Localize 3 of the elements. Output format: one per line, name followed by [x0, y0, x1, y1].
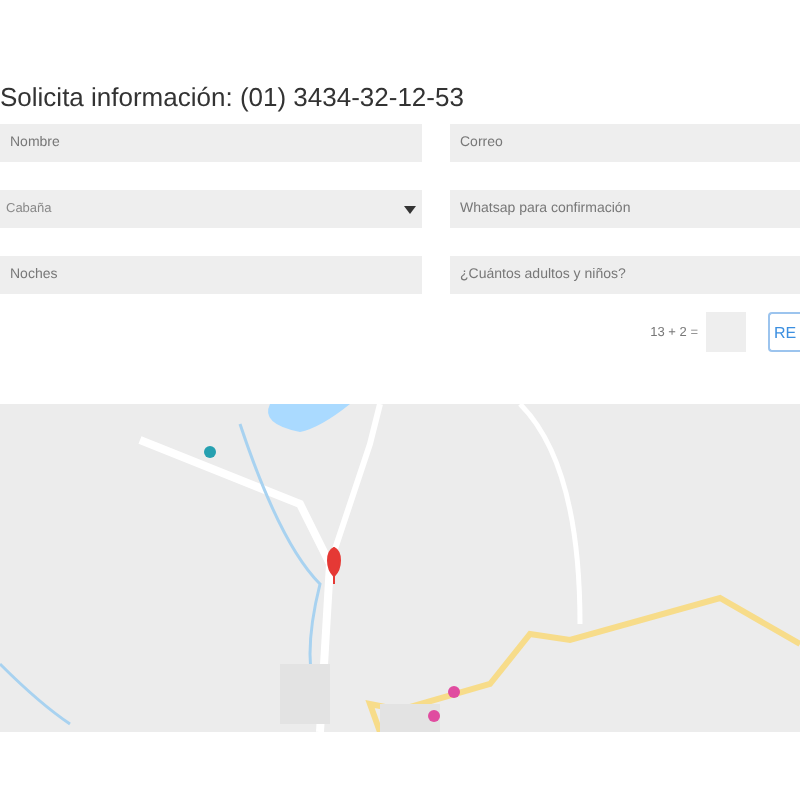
caret-icon [404, 205, 416, 213]
submit-button[interactable]: RE [768, 312, 800, 352]
form-heading: Solicita información: (01) 3434-32-12-53 [0, 80, 466, 116]
